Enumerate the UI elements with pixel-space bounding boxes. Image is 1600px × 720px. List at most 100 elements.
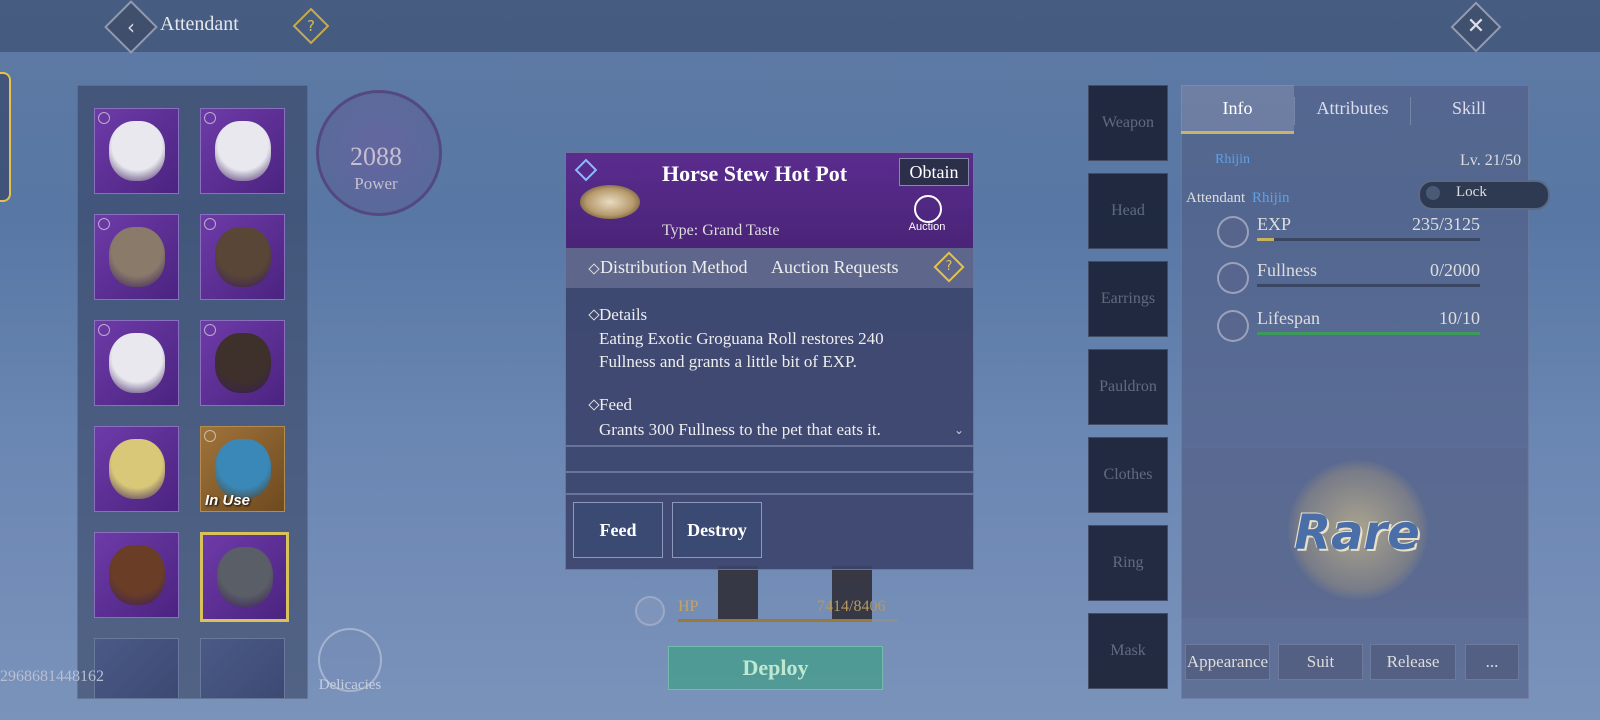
back-arrow-icon: ‹	[127, 15, 135, 39]
hp-bar-fill	[678, 619, 872, 622]
pet-list-panel: In Use	[77, 85, 308, 699]
item-popup: Horse Stew Hot Pot Obtain Auction Type: …	[565, 152, 974, 570]
lock-icon	[98, 324, 110, 336]
pet-slot-buffalo[interactable]	[200, 214, 285, 300]
question-icon: ?	[945, 259, 953, 274]
pet-slot-white-fox[interactable]	[94, 320, 179, 406]
tabby-cat-portrait	[109, 227, 165, 287]
exp-bar	[1257, 238, 1480, 241]
buffalo-portrait	[215, 227, 271, 287]
lock-toggle-knob[interactable]	[1426, 186, 1440, 200]
pet-level: Lv. 21/50	[1460, 152, 1522, 169]
pet-slot-parrot[interactable]: In Use	[200, 426, 285, 512]
close-icon: ✕	[1466, 14, 1486, 39]
hp-value: 7414/8406	[817, 598, 886, 615]
side-tab[interactable]	[0, 72, 11, 202]
attendant-name: Rhijin	[1252, 190, 1290, 206]
player-id: 2968681448162	[0, 668, 104, 685]
equip-slot-clothes[interactable]: Clothes	[1088, 437, 1168, 513]
hp-drop-icon	[635, 596, 665, 626]
lifespan-icon	[1217, 310, 1249, 342]
destroy-button[interactable]: Destroy	[672, 502, 762, 558]
tab-attributes[interactable]: Attributes	[1295, 85, 1410, 131]
pet-slot[interactable]	[200, 638, 285, 698]
feed-text: Grants 300 Fullness to the pet that eats…	[599, 420, 881, 439]
details-text: Eating Exotic Groguana Roll restores 240…	[599, 329, 884, 371]
question-icon: ?	[307, 17, 315, 35]
in-use-badge: In Use	[205, 492, 251, 509]
tab-skill[interactable]: Skill	[1411, 85, 1527, 131]
white-fox-portrait	[109, 121, 165, 181]
top-bar	[0, 0, 1600, 52]
equip-slot-head[interactable]: Head	[1088, 173, 1168, 249]
rhino-portrait	[217, 547, 273, 607]
pet-slot-white-fox[interactable]	[200, 108, 285, 194]
rarity-label: Rare	[1294, 505, 1420, 561]
pet-slot-chimpanzee[interactable]	[200, 320, 285, 406]
feed-button[interactable]: Feed	[573, 502, 663, 558]
hot-pot-icon	[580, 185, 640, 219]
details-heading: Details	[599, 305, 648, 324]
power-label: Power	[354, 174, 398, 193]
pet-model-leg	[718, 566, 758, 621]
blonde-girl-portrait	[109, 439, 165, 499]
item-type: Type: Grand Taste	[662, 222, 780, 239]
suit-button[interactable]: Suit	[1278, 644, 1363, 680]
parrot-portrait	[215, 439, 271, 499]
page-title: Attendant	[160, 13, 239, 35]
release-button[interactable]: Release	[1370, 644, 1456, 680]
exp-value: 235/3125	[1411, 214, 1480, 234]
equip-slot-ring[interactable]: Ring	[1088, 525, 1168, 601]
power-value: 2088	[350, 142, 402, 171]
obtain-button[interactable]: Obtain	[899, 158, 969, 186]
pet-slot-bear[interactable]	[94, 532, 179, 618]
fullness-bar	[1257, 284, 1480, 287]
lock-icon	[204, 430, 216, 442]
equip-slot-mask[interactable]: Mask	[1088, 613, 1168, 689]
auction-label[interactable]: Auction	[905, 221, 949, 233]
pet-slot-white-fox[interactable]	[94, 108, 179, 194]
lock-icon	[98, 112, 110, 124]
pet-name: Rhijin	[1215, 152, 1251, 167]
exp-label: EXP	[1257, 214, 1292, 234]
deploy-button[interactable]: Deploy	[668, 646, 883, 690]
lock-icon	[98, 218, 110, 230]
exp-icon	[1217, 216, 1249, 248]
fullness-value: 0/2000	[1429, 260, 1480, 280]
white-fox-portrait	[215, 121, 271, 181]
lock-icon	[204, 218, 216, 230]
tab-info[interactable]: Info	[1181, 85, 1294, 134]
lock-icon	[204, 112, 216, 124]
pet-slot-blonde-girl[interactable]	[94, 426, 179, 512]
pet-slot-rhino[interactable]	[200, 532, 289, 622]
distribution-label: Distribution Method	[600, 257, 748, 277]
divider	[566, 445, 973, 447]
divider	[566, 471, 973, 473]
bullet-icon	[588, 309, 600, 321]
fullness-icon	[1217, 262, 1249, 294]
pet-slot[interactable]	[94, 638, 179, 698]
item-name: Horse Stew Hot Pot	[662, 161, 848, 186]
auction-icon[interactable]	[914, 195, 942, 223]
bear-portrait	[109, 545, 165, 605]
pet-slot-tabby-cat[interactable]	[94, 214, 179, 300]
appearance-button[interactable]: Appearance	[1185, 644, 1270, 680]
lock-label[interactable]: Lock	[1456, 184, 1487, 201]
exp-bar-fill	[1257, 238, 1274, 241]
divider	[566, 493, 973, 495]
lifespan-bar-fill	[1257, 332, 1480, 335]
chimpanzee-portrait	[215, 333, 271, 393]
equip-slot-weapon[interactable]: Weapon	[1088, 85, 1168, 161]
equip-slot-pauldron[interactable]: Pauldron	[1088, 349, 1168, 425]
feed-heading: Feed	[599, 395, 633, 414]
scroll-down-icon[interactable]: ⌄	[954, 423, 964, 437]
more-button[interactable]: ...	[1465, 644, 1519, 680]
equip-slot-earrings[interactable]: Earrings	[1088, 261, 1168, 337]
lock-icon	[204, 324, 216, 336]
distribution-value: Auction Requests	[771, 257, 899, 277]
white-fox-portrait	[109, 333, 165, 393]
hp-label: HP	[678, 598, 699, 615]
delicacies-label[interactable]: Delicacies	[310, 677, 390, 694]
bullet-icon	[588, 399, 600, 411]
attendant-label: Attendant	[1186, 190, 1246, 206]
